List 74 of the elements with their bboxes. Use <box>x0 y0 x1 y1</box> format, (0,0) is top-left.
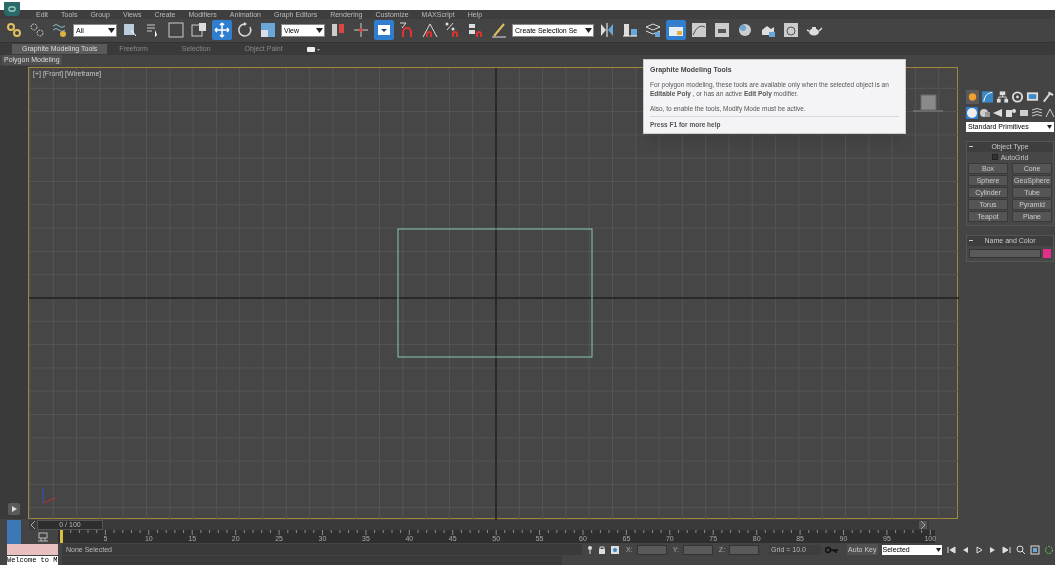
play-icon <box>11 506 17 513</box>
dropdown-arrow-icon <box>935 547 941 552</box>
coordinate-field[interactable] <box>729 544 760 555</box>
dropdown-arrow-icon <box>1047 124 1052 129</box>
wave-icon <box>51 21 69 40</box>
mirror-icon <box>598 21 616 40</box>
zoom-extents-icon[interactable] <box>1029 544 1040 555</box>
space-warp-icon <box>1031 106 1043 119</box>
category-button[interactable] <box>1044 106 1055 119</box>
color-swatch[interactable] <box>1043 248 1051 258</box>
sphere-icon <box>966 106 978 119</box>
category-button[interactable] <box>1031 106 1043 119</box>
category-button[interactable] <box>966 106 978 119</box>
move-icon <box>213 21 231 40</box>
layers-icon <box>644 21 662 40</box>
go-to-end-icon[interactable] <box>1001 544 1012 555</box>
dropdown-arrow-icon <box>316 27 323 33</box>
selection-rectangle-icon <box>167 21 185 40</box>
time-marker[interactable] <box>60 530 63 544</box>
unlink-icon <box>28 21 46 40</box>
category-button[interactable] <box>1005 106 1017 119</box>
key-mode-icon[interactable] <box>37 531 49 542</box>
window-crossing-icon <box>190 21 208 40</box>
pencil-icon <box>490 21 508 40</box>
manipulate-icon <box>352 21 370 40</box>
command-panel-tab[interactable] <box>1041 89 1054 104</box>
view-cube-icon[interactable] <box>913 93 943 114</box>
light-icon <box>992 106 1004 119</box>
command-panel-tab[interactable] <box>966 89 979 104</box>
scale-icon <box>259 21 277 40</box>
command-panel-tab[interactable] <box>981 89 994 104</box>
isolate-icon[interactable] <box>586 544 594 555</box>
modify-icon <box>981 89 994 104</box>
motion-icon <box>1011 89 1024 104</box>
play-icon[interactable] <box>973 544 984 555</box>
spinner-snap-icon <box>467 21 485 40</box>
angle-snap-icon <box>421 21 439 40</box>
schematic-icon <box>713 21 731 40</box>
dropdown-arrow-icon <box>585 27 592 33</box>
axis-tripod-icon <box>42 487 56 504</box>
category-button[interactable] <box>979 106 991 119</box>
display-icon <box>1026 89 1039 104</box>
zoom-icon[interactable] <box>1015 544 1026 555</box>
coordinate-field[interactable] <box>682 544 713 555</box>
systems-icon <box>1044 106 1055 119</box>
coordinate-field[interactable] <box>636 544 667 555</box>
lock-icon[interactable] <box>598 544 606 555</box>
checkbox[interactable] <box>991 154 998 161</box>
command-panel-tab[interactable] <box>1026 89 1039 104</box>
script-field[interactable] <box>7 544 58 555</box>
command-panel-tab[interactable] <box>1011 89 1024 104</box>
toolbar-button[interactable] <box>666 20 686 41</box>
orbit-icon[interactable] <box>1043 544 1054 555</box>
camera-icon <box>1005 106 1017 119</box>
category-button[interactable] <box>992 106 1004 119</box>
shapes-icon <box>979 106 991 119</box>
play-button[interactable] <box>8 503 20 516</box>
name-field[interactable] <box>969 248 1041 258</box>
next-frame-icon[interactable] <box>919 520 927 529</box>
rendered-frame-icon <box>782 21 800 40</box>
hierarchy-icon <box>996 89 1009 104</box>
toolbar-button[interactable] <box>212 20 232 41</box>
command-panel-tab[interactable] <box>996 89 1009 104</box>
curve-editor-icon <box>690 21 708 40</box>
toolbar-button[interactable] <box>374 20 394 41</box>
hammer-icon <box>1041 89 1054 104</box>
align-icon <box>621 21 639 40</box>
previous-frame-icon[interactable] <box>30 520 36 529</box>
dropdown-arrow-icon <box>108 27 115 33</box>
go-to-start-icon[interactable] <box>945 544 956 555</box>
transform-mode-icon[interactable] <box>610 544 620 555</box>
rotate-icon <box>236 21 254 40</box>
link-icon <box>5 21 23 40</box>
ribbon-options-icon[interactable] <box>306 44 321 53</box>
